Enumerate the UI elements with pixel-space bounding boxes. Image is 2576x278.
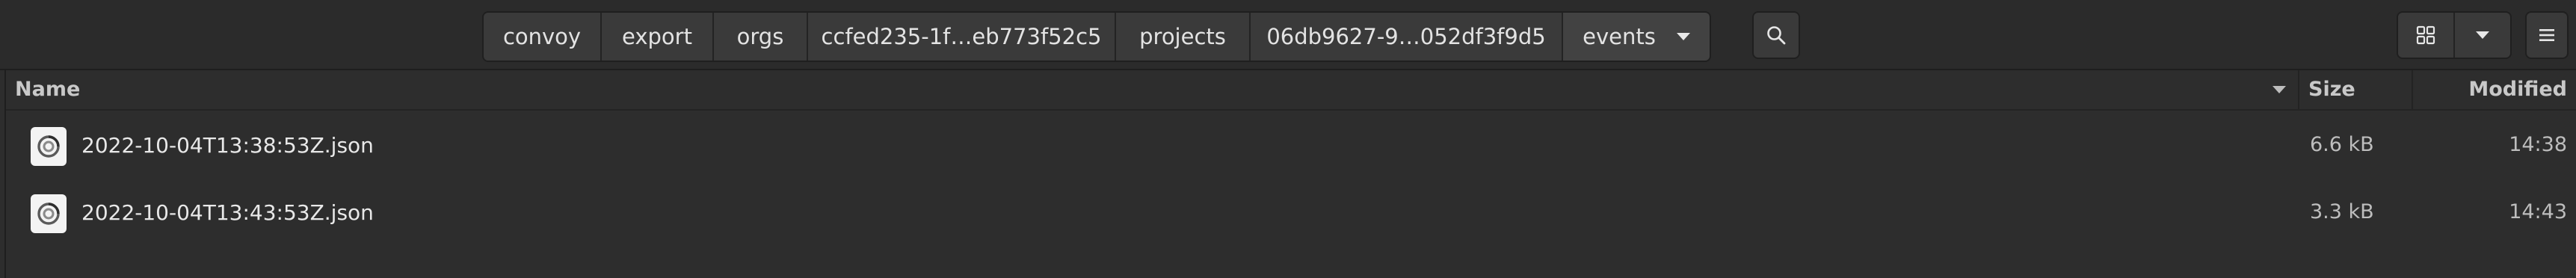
file-modified: 14:38: [2509, 133, 2567, 156]
column-modified-header[interactable]: Modified: [2468, 78, 2567, 101]
main-menu-button[interactable]: [2525, 11, 2569, 59]
path-segment-convoy[interactable]: convoy: [484, 13, 602, 61]
file-size: 6.6 kB: [2310, 133, 2374, 156]
path-bar: convoy export orgs ccfed235-1f…eb773f52c…: [482, 11, 1711, 62]
path-segment-project-id[interactable]: 06db9627-9…052df3f9d5: [1251, 13, 1563, 61]
path-segment-events-label: events: [1583, 24, 1656, 49]
file-name: 2022-10-04T13:38:53Z.json: [81, 133, 374, 158]
json-file-icon: [31, 127, 67, 166]
column-divider[interactable]: [2412, 70, 2413, 109]
file-modified: 14:43: [2509, 200, 2567, 223]
file-row[interactable]: 2022-10-04T13:43:53Z.json 3.3 kB 14:43: [6, 179, 2576, 245]
path-segment-export[interactable]: export: [602, 13, 714, 61]
column-size-header[interactable]: Size: [2308, 78, 2355, 101]
file-manager-window: convoy export orgs ccfed235-1f…eb773f52c…: [0, 0, 2576, 278]
view-toggle-group: [2397, 11, 2512, 59]
path-segment-orgs[interactable]: orgs: [714, 13, 808, 61]
grid-view-button[interactable]: [2398, 13, 2453, 58]
column-divider[interactable]: [2298, 70, 2299, 109]
path-segment-org-id[interactable]: ccfed235-1f…eb773f52c5: [808, 13, 1116, 61]
hamburger-menu-icon: [2539, 29, 2554, 41]
column-header: Name Size Modified: [6, 70, 2576, 111]
file-name: 2022-10-04T13:43:53Z.json: [81, 200, 374, 225]
sort-descending-icon[interactable]: [2273, 86, 2286, 93]
chevron-down-icon: [1676, 33, 1690, 40]
header-bar: convoy export orgs ccfed235-1f…eb773f52c…: [0, 0, 2576, 70]
search-icon: [1767, 26, 1786, 45]
column-name-header[interactable]: Name: [15, 78, 80, 101]
view-options-button[interactable]: [2453, 13, 2510, 58]
json-file-icon: [31, 194, 67, 233]
file-size: 3.3 kB: [2310, 200, 2374, 223]
path-segment-events[interactable]: events: [1563, 13, 1710, 61]
search-button[interactable]: [1752, 11, 1800, 59]
file-row[interactable]: 2022-10-04T13:38:53Z.json 6.6 kB 14:38: [6, 112, 2576, 178]
grid-view-icon: [2416, 25, 2435, 45]
chevron-down-icon: [2476, 31, 2489, 39]
path-segment-projects[interactable]: projects: [1116, 13, 1251, 61]
